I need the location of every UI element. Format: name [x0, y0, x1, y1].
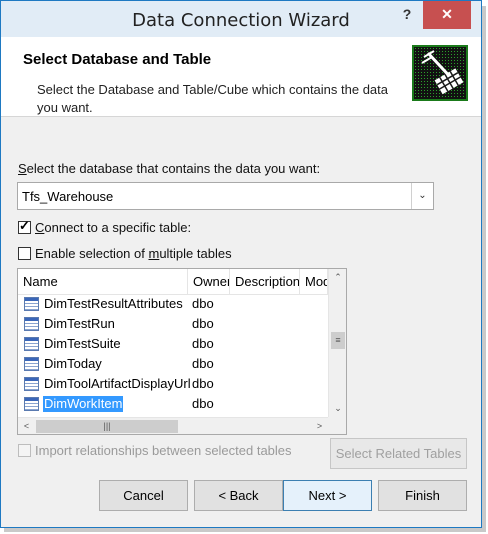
next-button[interactable]: Next > [283, 480, 372, 511]
database-label: Select the database that contains the da… [18, 161, 321, 176]
connect-specific-table-checkbox[interactable] [18, 218, 31, 234]
table-row[interactable]: DimToolArtifactDisplayUrl dbo [18, 374, 328, 394]
wizard-header: Select Database and Table Select the Dat… [1, 37, 481, 117]
close-button[interactable]: ✕ [423, 1, 471, 29]
table-icon [24, 397, 39, 411]
connect-specific-table-label[interactable]: Connect to a specific table: [35, 220, 191, 235]
help-button[interactable]: ? [392, 1, 422, 29]
finish-button[interactable]: Finish [378, 480, 467, 511]
table-name: DimWorkItem [43, 396, 124, 412]
horizontal-scrollbar[interactable]: < ||| > [18, 417, 328, 434]
scroll-right-icon[interactable]: > [311, 418, 328, 434]
table-owner: dbo [192, 396, 214, 411]
column-header-modified[interactable]: Mod [300, 269, 328, 295]
page-description: Select the Database and Table/Cube which… [37, 82, 388, 115]
enable-multiple-tables-label[interactable]: Enable selection of multiple tables [35, 246, 232, 261]
page-title: Select Database and Table [23, 51, 212, 68]
table-owner: dbo [192, 376, 214, 391]
database-value: Tfs_Warehouse [22, 189, 114, 204]
import-relationships-label: Import relationships between selected ta… [35, 443, 292, 458]
scroll-left-icon[interactable]: < [18, 418, 35, 434]
table-list-header: Name Owner Description Mod [18, 269, 328, 295]
column-header-owner[interactable]: Owner [188, 269, 230, 295]
table-owner: dbo [192, 296, 214, 311]
table-name: DimTestResultAttributes [44, 296, 183, 311]
table-row[interactable]: DimTestResultAttributes dbo [18, 294, 328, 314]
table-name: DimTestSuite [44, 336, 121, 351]
table-row[interactable]: DimToday dbo [18, 354, 328, 374]
table-icon [24, 357, 39, 371]
scroll-up-icon[interactable]: ⌃ [329, 269, 346, 286]
table-name: DimToday [44, 356, 102, 371]
back-button[interactable]: < Back [194, 480, 283, 511]
table-name: DimToolArtifactDisplayUrl [44, 376, 191, 391]
table-name: DimTestRun [44, 316, 115, 331]
horizontal-scroll-thumb[interactable]: ||| [36, 420, 178, 433]
database-wizard-icon [412, 45, 468, 101]
vertical-scrollbar[interactable]: ⌃ ≡ ⌄ [328, 269, 346, 417]
table-icon [24, 337, 39, 351]
table-icon [24, 297, 39, 311]
table-row-selected[interactable]: DimWorkItem dbo [18, 394, 328, 414]
column-header-name[interactable]: Name [18, 269, 188, 295]
table-icon [24, 377, 39, 391]
vertical-scroll-thumb[interactable]: ≡ [331, 332, 345, 349]
wizard-window: Data Connection Wizard ? ✕ Select Databa… [0, 0, 482, 528]
table-row[interactable]: DimTestSuite dbo [18, 334, 328, 354]
scrollbar-corner [328, 417, 346, 434]
cancel-button[interactable]: Cancel [99, 480, 188, 511]
table-owner: dbo [192, 336, 214, 351]
table-owner: dbo [192, 316, 214, 331]
title-bar[interactable]: Data Connection Wizard ? ✕ [1, 1, 481, 37]
scroll-down-icon[interactable]: ⌄ [329, 400, 346, 417]
table-row[interactable]: DimTestRun dbo [18, 314, 328, 334]
import-relationships-checkbox[interactable] [18, 444, 31, 457]
table-owner: dbo [192, 356, 214, 371]
select-related-tables-button[interactable]: Select Related Tables [330, 438, 467, 469]
table-list[interactable]: Name Owner Description Mod DimTestResult… [17, 268, 347, 435]
chevron-down-icon[interactable]: ⌄ [411, 183, 433, 209]
table-icon [24, 317, 39, 331]
enable-multiple-tables-checkbox[interactable] [18, 247, 31, 260]
database-combobox[interactable]: Tfs_Warehouse ⌄ [17, 182, 434, 210]
column-header-description[interactable]: Description [230, 269, 300, 295]
